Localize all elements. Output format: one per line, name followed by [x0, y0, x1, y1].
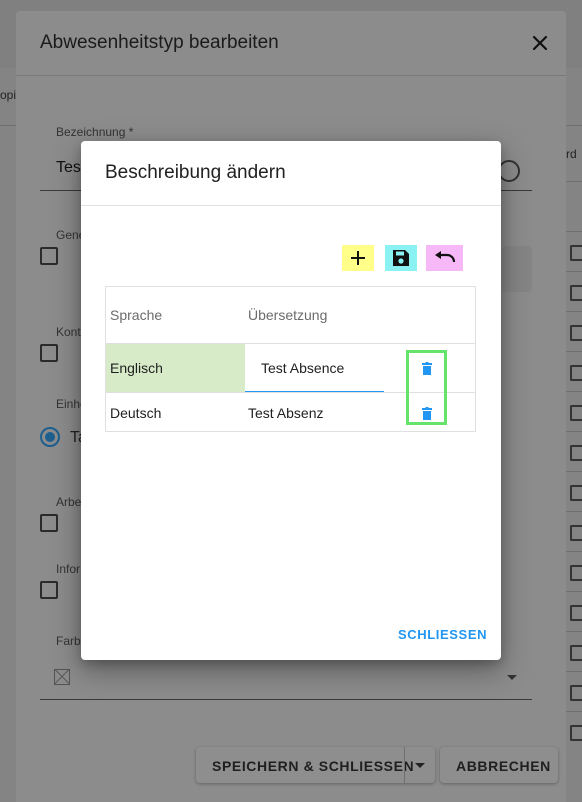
background-row-line: [566, 431, 582, 432]
background-row-line: [566, 311, 582, 312]
add-button[interactable]: [342, 245, 374, 271]
button-separator: [404, 747, 405, 783]
background-checkbox: [570, 565, 582, 581]
inner-dialog-divider: [81, 205, 501, 206]
undo-button[interactable]: [426, 245, 463, 271]
background-checkbox: [570, 485, 582, 501]
background-checkbox: [570, 365, 582, 381]
speedometer-icon[interactable]: [498, 160, 520, 182]
gene-checkbox[interactable]: [40, 247, 58, 265]
translation-table: Sprache Übersetzung Englisch Test Absenc…: [105, 286, 476, 432]
background-row-line: [0, 125, 16, 126]
trash-icon[interactable]: [422, 362, 432, 375]
bezeichnung-label: Bezeichnung *: [56, 125, 134, 139]
background-row-line: [566, 391, 582, 392]
background-left-strip: [0, 68, 16, 802]
background-row-line: [566, 511, 582, 512]
cancel-button-label: ABBRECHEN: [456, 758, 551, 774]
grey-field-box: [502, 246, 532, 292]
background-row-line: [566, 471, 582, 472]
background-row-line: [566, 181, 582, 182]
background-row-line: [566, 711, 582, 712]
header-sprache: Sprache: [110, 307, 163, 323]
table-row-language[interactable]: Englisch: [110, 360, 163, 376]
background-checkbox: [570, 405, 582, 421]
background-row-line: [566, 351, 582, 352]
outer-dialog-divider: [16, 75, 566, 76]
save-close-button[interactable]: SPEICHERN & SCHLIESSEN: [212, 758, 414, 774]
farbe-underline: [40, 699, 532, 700]
save-close-split-button: SPEICHERN & SCHLIESSEN: [196, 747, 435, 783]
trash-icon[interactable]: [422, 407, 432, 420]
caret-down-icon[interactable]: [415, 763, 425, 768]
plus-icon: [351, 251, 365, 265]
background-row-line: [566, 671, 582, 672]
background-checkbox: [570, 525, 582, 541]
background-checkbox: [570, 325, 582, 341]
background-row-line: [566, 231, 582, 232]
outer-dialog-title: Abwesenheitstyp bearbeiten: [40, 32, 279, 53]
chevron-down-icon[interactable]: [507, 675, 517, 680]
background-checkbox: [570, 445, 582, 461]
arbe-checkbox[interactable]: [40, 514, 58, 532]
background-row-line: [566, 125, 582, 126]
background-checkbox: [570, 605, 582, 621]
background-row-line: [566, 631, 582, 632]
infor-checkbox[interactable]: [40, 581, 58, 599]
undo-icon: [434, 251, 455, 263]
background-checkbox: [570, 725, 582, 741]
background-checkbox: [570, 285, 582, 301]
background-row-line: [566, 551, 582, 552]
background-checkbox: [570, 685, 582, 701]
cancel-button[interactable]: ABBRECHEN: [440, 747, 558, 783]
einheit-radio[interactable]: [40, 427, 60, 447]
kont-checkbox[interactable]: [40, 344, 58, 362]
table-row-language[interactable]: Deutsch: [110, 405, 161, 421]
header-uebersetzung: Übersetzung: [248, 307, 328, 323]
inner-dialog: Beschreibung ändern Sprache Übersetzung …: [81, 141, 501, 660]
kont-label: Kont: [56, 325, 81, 339]
background-row-line: [566, 271, 582, 272]
floppy-disk-icon: [393, 250, 409, 266]
background-checkbox: [570, 245, 582, 261]
close-button[interactable]: SCHLIESSEN: [398, 627, 487, 642]
bezeichnung-field[interactable]: Tes: [56, 159, 81, 177]
color-swatch-icon[interactable]: [54, 669, 70, 685]
save-button[interactable]: [385, 245, 417, 271]
table-row-translation[interactable]: Test Absenz: [248, 405, 324, 421]
close-icon[interactable]: [528, 31, 552, 55]
arbe-label: Arbe: [56, 495, 82, 509]
inner-dialog-title: Beschreibung ändern: [105, 162, 286, 183]
background-right-text: rd: [566, 147, 577, 161]
infor-label: Infor: [56, 562, 81, 576]
translation-input[interactable]: Test Absence: [261, 360, 344, 376]
background-checkbox: [570, 645, 582, 661]
background-left-text: opi: [0, 88, 17, 102]
background-row-line: [566, 591, 582, 592]
